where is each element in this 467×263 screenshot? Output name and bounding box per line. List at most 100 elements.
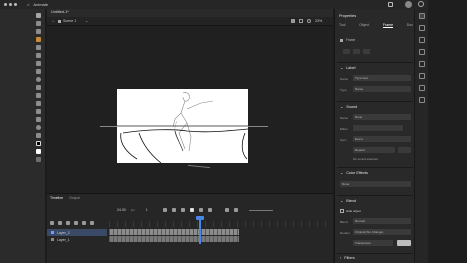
window-controls[interactable] (4, 3, 17, 6)
label-name-field[interactable]: Type here (353, 75, 411, 81)
selection-tool-icon[interactable] (36, 13, 41, 18)
user-avatar[interactable] (405, 1, 412, 8)
onion-skin-icon[interactable] (224, 208, 229, 212)
hide-object-checkbox[interactable] (340, 209, 344, 213)
playhead[interactable] (199, 218, 201, 244)
color-effects-section-title[interactable]: Color Effects (346, 171, 368, 175)
clip-icon[interactable] (299, 19, 303, 23)
oval-tool-icon[interactable] (36, 77, 41, 82)
label-type-select[interactable]: Name (353, 86, 411, 92)
background-select[interactable]: Transparent (353, 240, 393, 246)
timeline-panel: Timeline Output 24.00 fps 1 Layer_2 Laye… (47, 193, 333, 263)
tab-object[interactable]: Object (359, 23, 369, 28)
more-tools-icon[interactable] (36, 157, 41, 162)
frames-row-2[interactable] (109, 236, 239, 242)
stage-line-right (248, 126, 268, 127)
tab-frame[interactable]: Frame (382, 23, 394, 28)
align-icon[interactable] (419, 49, 425, 55)
camera-tool-icon[interactable] (36, 133, 41, 138)
color-icon[interactable] (419, 61, 425, 67)
share-icon[interactable] (388, 2, 393, 7)
zoom-tool-icon[interactable] (36, 125, 41, 130)
show-all-icon[interactable] (74, 221, 78, 225)
new-folder-icon[interactable] (58, 221, 62, 225)
fps-value[interactable]: 24.00 (117, 208, 126, 212)
text-tool-icon[interactable] (36, 93, 41, 98)
subselection-tool-icon[interactable] (36, 21, 41, 26)
sound-repeat-select[interactable]: Repeat (353, 147, 395, 153)
first-frame-icon[interactable] (171, 208, 176, 212)
properties-panel-icon[interactable] (419, 13, 425, 19)
tab-doc[interactable]: Doc (407, 23, 413, 28)
chevron-right-icon[interactable]: › (340, 256, 341, 260)
sound-name-select[interactable]: None (353, 114, 411, 120)
chevron-down-icon[interactable]: ⌄ (340, 170, 343, 175)
tab-timeline[interactable]: Timeline (50, 196, 63, 200)
color-effects-select[interactable]: None (340, 181, 411, 187)
chevron-down-icon[interactable]: ⌄ (340, 198, 343, 203)
library-icon[interactable] (419, 25, 425, 31)
pencil-tool-icon[interactable] (36, 45, 41, 50)
stroke-color-swatch[interactable] (36, 141, 41, 146)
sound-section-title[interactable]: Sound (346, 105, 357, 109)
tab-tool[interactable]: Tool (339, 23, 345, 28)
transform-icon[interactable] (419, 73, 425, 79)
stage-canvas[interactable] (117, 89, 249, 164)
sound-sync-select[interactable]: Event (353, 136, 411, 142)
document-tab[interactable]: Untitled-1* (51, 10, 69, 14)
layer-row[interactable]: Layer_2 (47, 229, 107, 236)
label-section-title[interactable]: Label (346, 66, 355, 70)
back-arrow-icon[interactable]: ← (51, 18, 56, 24)
layer-name[interactable]: Layer_1 (57, 238, 70, 242)
scene-dropdown-icon[interactable]: ⌄ (85, 18, 88, 23)
tab-output[interactable]: Output (69, 196, 80, 200)
eyedropper-icon[interactable] (36, 109, 41, 114)
components-icon[interactable] (419, 97, 425, 103)
last-frame-icon[interactable] (207, 208, 212, 212)
zoom-value[interactable]: 23% (315, 19, 322, 23)
chevron-down-icon[interactable]: ⌄ (340, 104, 343, 109)
current-frame[interactable]: 1 (146, 208, 148, 212)
delete-layer-icon[interactable] (66, 221, 70, 225)
scene-label[interactable]: Scene 1 (63, 19, 76, 23)
layer-row[interactable]: Layer_1 (47, 236, 107, 243)
sound-repeat-count[interactable] (398, 147, 411, 153)
fill-color-swatch[interactable] (36, 149, 41, 154)
lasso-tool-icon[interactable] (36, 29, 41, 34)
hand-tool-icon[interactable] (36, 117, 41, 122)
home-icon[interactable]: ⌂ (27, 2, 29, 7)
eraser-tool-icon[interactable] (36, 53, 41, 58)
lock-all-icon[interactable] (82, 221, 86, 225)
drawing-sketch (117, 92, 249, 164)
edit-multiple-icon[interactable] (233, 208, 238, 212)
new-layer-icon[interactable] (50, 221, 54, 225)
blend-section-title[interactable]: Blend (346, 199, 356, 203)
layer-name[interactable]: Layer_2 (57, 231, 70, 235)
edit-symbol-icon[interactable] (291, 19, 295, 23)
step-forward-icon[interactable] (198, 208, 203, 212)
background-color-swatch[interactable] (397, 240, 411, 246)
step-back-icon[interactable] (180, 208, 185, 212)
render-select[interactable]: Original (No Change) (353, 229, 411, 235)
outline-all-icon[interactable] (90, 221, 94, 225)
pen-tool-icon[interactable] (36, 85, 41, 90)
play-icon[interactable] (189, 208, 194, 212)
frame-slider[interactable] (248, 209, 273, 211)
stage-line-left (100, 126, 117, 127)
blend-select[interactable]: Normal (353, 218, 411, 224)
line-tool-icon[interactable] (36, 101, 41, 106)
frame-action-icons[interactable] (343, 49, 373, 54)
filters-section-title[interactable]: Filters (344, 256, 354, 260)
chevron-down-icon[interactable]: ⌄ (340, 65, 343, 70)
playhead-marker[interactable] (196, 216, 204, 220)
rectangle-tool-icon[interactable] (36, 69, 41, 74)
settings-icon[interactable] (418, 1, 424, 7)
paint-bucket-icon[interactable] (36, 61, 41, 66)
center-icon[interactable] (307, 19, 311, 23)
frames-row-1[interactable] (109, 229, 239, 235)
sound-effect-select[interactable] (353, 125, 403, 131)
assets-icon[interactable] (419, 37, 425, 43)
brush-tool-icon[interactable] (36, 37, 41, 42)
motion-presets-icon[interactable] (419, 85, 425, 91)
loop-icon[interactable] (162, 208, 167, 212)
